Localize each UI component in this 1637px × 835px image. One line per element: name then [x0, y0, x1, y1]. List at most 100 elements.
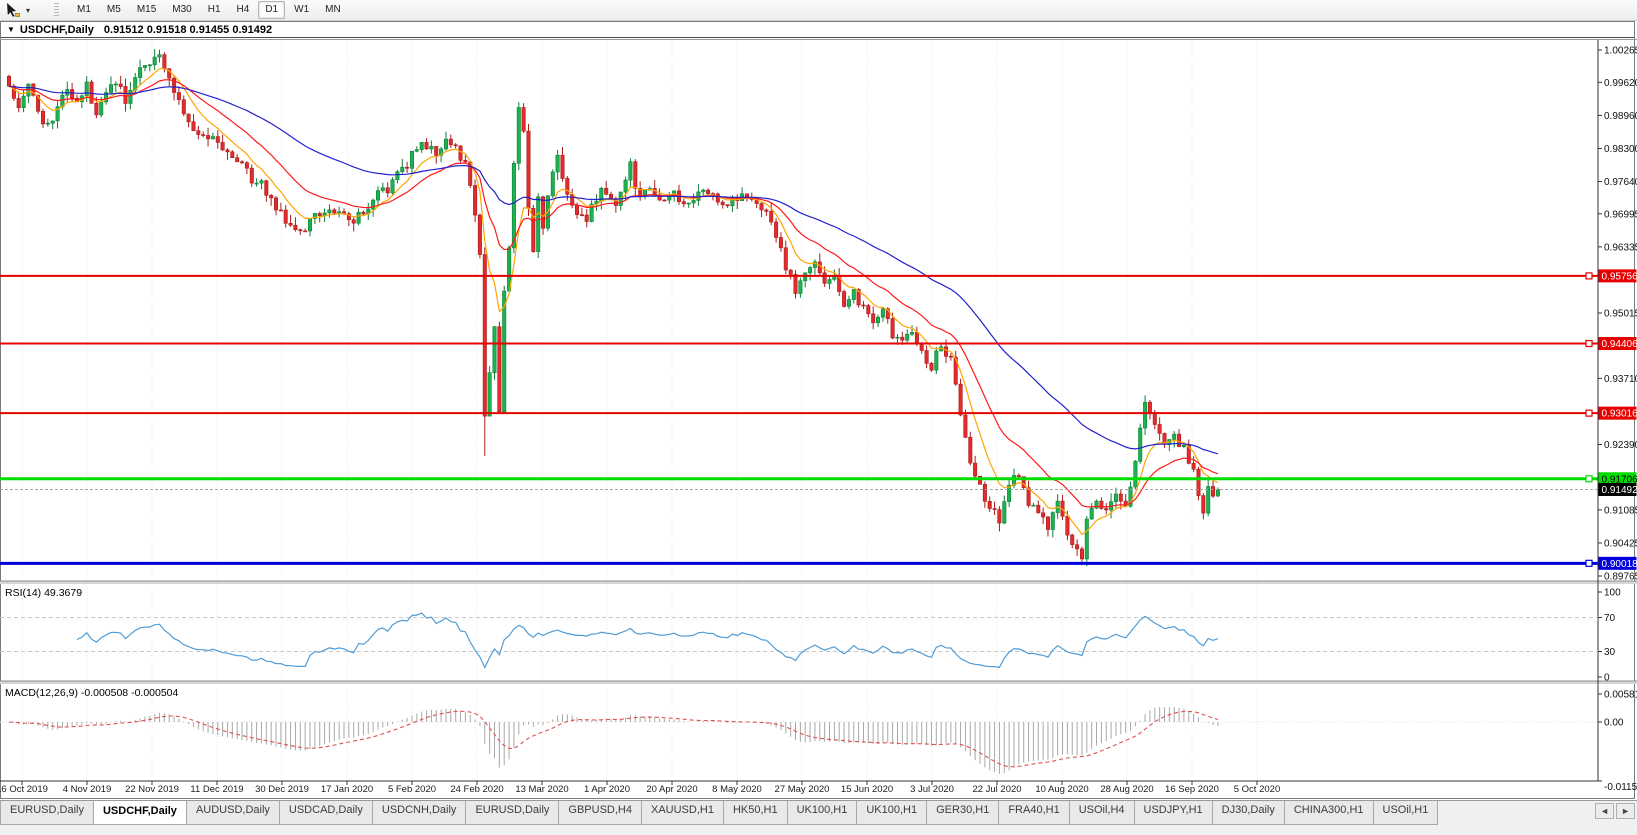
timeframe-button-group: M1M5M15M30H1H4D1W1MN [69, 1, 349, 19]
svg-text:0.89765: 0.89765 [1604, 572, 1637, 583]
chart-window-titlebar[interactable]: ▼ USDCHF,Daily 0.91512 0.91518 0.91455 0… [1, 22, 1634, 38]
svg-text:0.94406: 0.94406 [1602, 339, 1637, 350]
svg-text:4 Nov 2019: 4 Nov 2019 [63, 784, 112, 795]
moving-average-8 [9, 69, 1218, 535]
price-tag: 0.90018 [1599, 557, 1637, 570]
tab-usdcnh-daily[interactable]: USDCNH,Daily [372, 801, 467, 825]
tab-uk100-h1[interactable]: UK100,H1 [787, 801, 858, 825]
svg-text:5 Oct 2020: 5 Oct 2020 [1234, 784, 1280, 795]
horizontal-line-0.95756[interactable] [0, 273, 1598, 279]
svg-text:16 Oct 2019: 16 Oct 2019 [0, 784, 48, 795]
timeframe-button-d1[interactable]: D1 [258, 1, 285, 19]
tab-eurusd-daily[interactable]: EURUSD,Daily [0, 801, 94, 825]
tab-usdcad-daily[interactable]: USDCAD,Daily [279, 801, 373, 825]
timeframe-button-h4[interactable]: H4 [230, 1, 257, 19]
svg-text:5 Feb 2020: 5 Feb 2020 [388, 784, 436, 795]
svg-text:0.91085: 0.91085 [1604, 505, 1637, 516]
horizontal-line-0.91706[interactable] [0, 476, 1598, 482]
chart-title-symbol: USDCHF,Daily [20, 24, 94, 36]
timeframe-button-m5[interactable]: M5 [100, 1, 128, 19]
timeframe-button-m30[interactable]: M30 [165, 1, 198, 19]
price-tag: 0.94406 [1599, 337, 1637, 350]
price-chart-canvas[interactable]: 1.002650.996200.989600.983000.976400.969… [0, 37, 1637, 800]
moving-average-55 [9, 86, 1218, 454]
svg-text:0.96995: 0.96995 [1604, 209, 1637, 220]
tab-scroll-left-icon[interactable]: ◄ [1595, 803, 1614, 819]
macd-signal-line [9, 711, 1218, 767]
svg-text:1.00265: 1.00265 [1604, 46, 1637, 57]
svg-text:0.96335: 0.96335 [1604, 242, 1637, 253]
tab-usoil-h4[interactable]: USOil,H4 [1069, 801, 1135, 825]
svg-text:16 Sep 2020: 16 Sep 2020 [1165, 784, 1219, 795]
svg-text:0: 0 [1604, 673, 1610, 684]
svg-text:0.90018: 0.90018 [1602, 559, 1637, 570]
svg-text:0.97640: 0.97640 [1604, 177, 1637, 188]
svg-text:0.93016: 0.93016 [1602, 409, 1637, 420]
top-toolbar: ▾ M1M5M15M30H1H4D1W1MN [0, 0, 1637, 21]
grid-lines [22, 40, 1257, 781]
cursor-tool-icon[interactable] [0, 1, 26, 19]
macd-axis-labels: 0.0058180.00 [1598, 690, 1637, 729]
timeframe-button-h1[interactable]: H1 [201, 1, 228, 19]
price-tag: 0.95756 [1599, 269, 1637, 282]
horizontal-line-0.94406[interactable] [0, 341, 1598, 347]
tab-eurusd-daily[interactable]: EURUSD,Daily [465, 801, 559, 825]
svg-text:27 May 2020: 27 May 2020 [775, 784, 830, 795]
candlesticks [7, 49, 1219, 566]
rsi-pane-label: RSI(14) 49.3679 [5, 587, 82, 599]
macd-histogram [9, 707, 1218, 774]
macd-bottom-axis-label: -0.01151 [1604, 782, 1637, 793]
svg-text:0.95015: 0.95015 [1604, 309, 1637, 320]
svg-text:15 Jun 2020: 15 Jun 2020 [841, 784, 893, 795]
timeframe-button-w1[interactable]: W1 [287, 1, 316, 19]
macd-pane-label: MACD(12,26,9) -0.000508 -0.000504 [5, 687, 179, 699]
svg-text:0.98300: 0.98300 [1604, 144, 1637, 155]
svg-text:10 Aug 2020: 10 Aug 2020 [1035, 784, 1088, 795]
timeframe-button-m1[interactable]: M1 [70, 1, 98, 19]
date-axis-labels: 16 Oct 2019 4 Nov 2019 22 Nov 2019 11 Dec 2… [0, 781, 1280, 795]
svg-text:100: 100 [1604, 588, 1621, 599]
tab-audusd-daily[interactable]: AUDUSD,Daily [186, 801, 280, 825]
toolbar-grip-handle[interactable] [54, 3, 59, 17]
rsi-axis-labels: 100 70 30 0 [1598, 588, 1621, 684]
svg-text:0.91492: 0.91492 [1602, 485, 1637, 496]
timeframe-button-m15[interactable]: M15 [130, 1, 163, 19]
svg-text:17 Jan 2020: 17 Jan 2020 [321, 784, 373, 795]
tab-hk50-h1[interactable]: HK50,H1 [723, 801, 788, 825]
cursor-arrow-glyph [5, 2, 21, 18]
tab-usoil-h1[interactable]: USOil,H1 [1373, 801, 1439, 825]
svg-text:13 Mar 2020: 13 Mar 2020 [515, 784, 568, 795]
svg-text:0.005818: 0.005818 [1604, 690, 1637, 701]
svg-text:3 Jul 2020: 3 Jul 2020 [910, 784, 954, 795]
svg-text:11 Dec 2019: 11 Dec 2019 [190, 784, 243, 795]
svg-text:0.98960: 0.98960 [1604, 111, 1637, 122]
tab-usdjpy-h1[interactable]: USDJPY,H1 [1134, 801, 1213, 825]
tab-scroll-right-icon[interactable]: ► [1616, 803, 1635, 819]
svg-text:22 Nov 2019: 22 Nov 2019 [125, 784, 179, 795]
svg-text:70: 70 [1604, 613, 1616, 624]
tab-dj30-daily[interactable]: DJ30,Daily [1212, 801, 1285, 825]
horizontal-line-0.90018[interactable] [0, 560, 1598, 566]
svg-text:22 Jul 2020: 22 Jul 2020 [972, 784, 1021, 795]
tab-scroll-controls: ◄ ► [1589, 801, 1637, 819]
rsi-line [77, 613, 1218, 667]
tool-dropdown-caret-icon[interactable]: ▾ [26, 6, 36, 15]
tab-usdchf-daily[interactable]: USDCHF,Daily [93, 801, 187, 825]
timeframe-button-mn[interactable]: MN [318, 1, 348, 19]
tab-ger30-h1[interactable]: GER30,H1 [926, 801, 999, 825]
tab-xauusd-h1[interactable]: XAUUSD,H1 [641, 801, 724, 825]
horizontal-line-0.93016[interactable] [0, 410, 1598, 416]
symbol-tabs: EURUSD,DailyUSDCHF,DailyAUDUSD,DailyUSDC… [0, 801, 1589, 825]
svg-text:30: 30 [1604, 647, 1616, 658]
chart-title-caret-icon: ▼ [1, 25, 20, 34]
symbol-tabs-bar: EURUSD,DailyUSDCHF,DailyAUDUSD,DailyUSDC… [0, 800, 1637, 835]
tab-fra40-h1[interactable]: FRA40,H1 [998, 801, 1069, 825]
moving-average-20 [9, 80, 1218, 507]
chart-title-quotes: 0.91512 0.91518 0.91455 0.91492 [104, 24, 272, 36]
price-tag: 0.91492 [1599, 483, 1637, 496]
svg-text:28 Aug 2020: 28 Aug 2020 [1100, 784, 1153, 795]
tab-gbpusd-h4[interactable]: GBPUSD,H4 [558, 801, 642, 825]
tab-uk100-h1[interactable]: UK100,H1 [856, 801, 927, 825]
tab-china300-h1[interactable]: CHINA300,H1 [1284, 801, 1374, 825]
svg-text:24 Feb 2020: 24 Feb 2020 [450, 784, 503, 795]
